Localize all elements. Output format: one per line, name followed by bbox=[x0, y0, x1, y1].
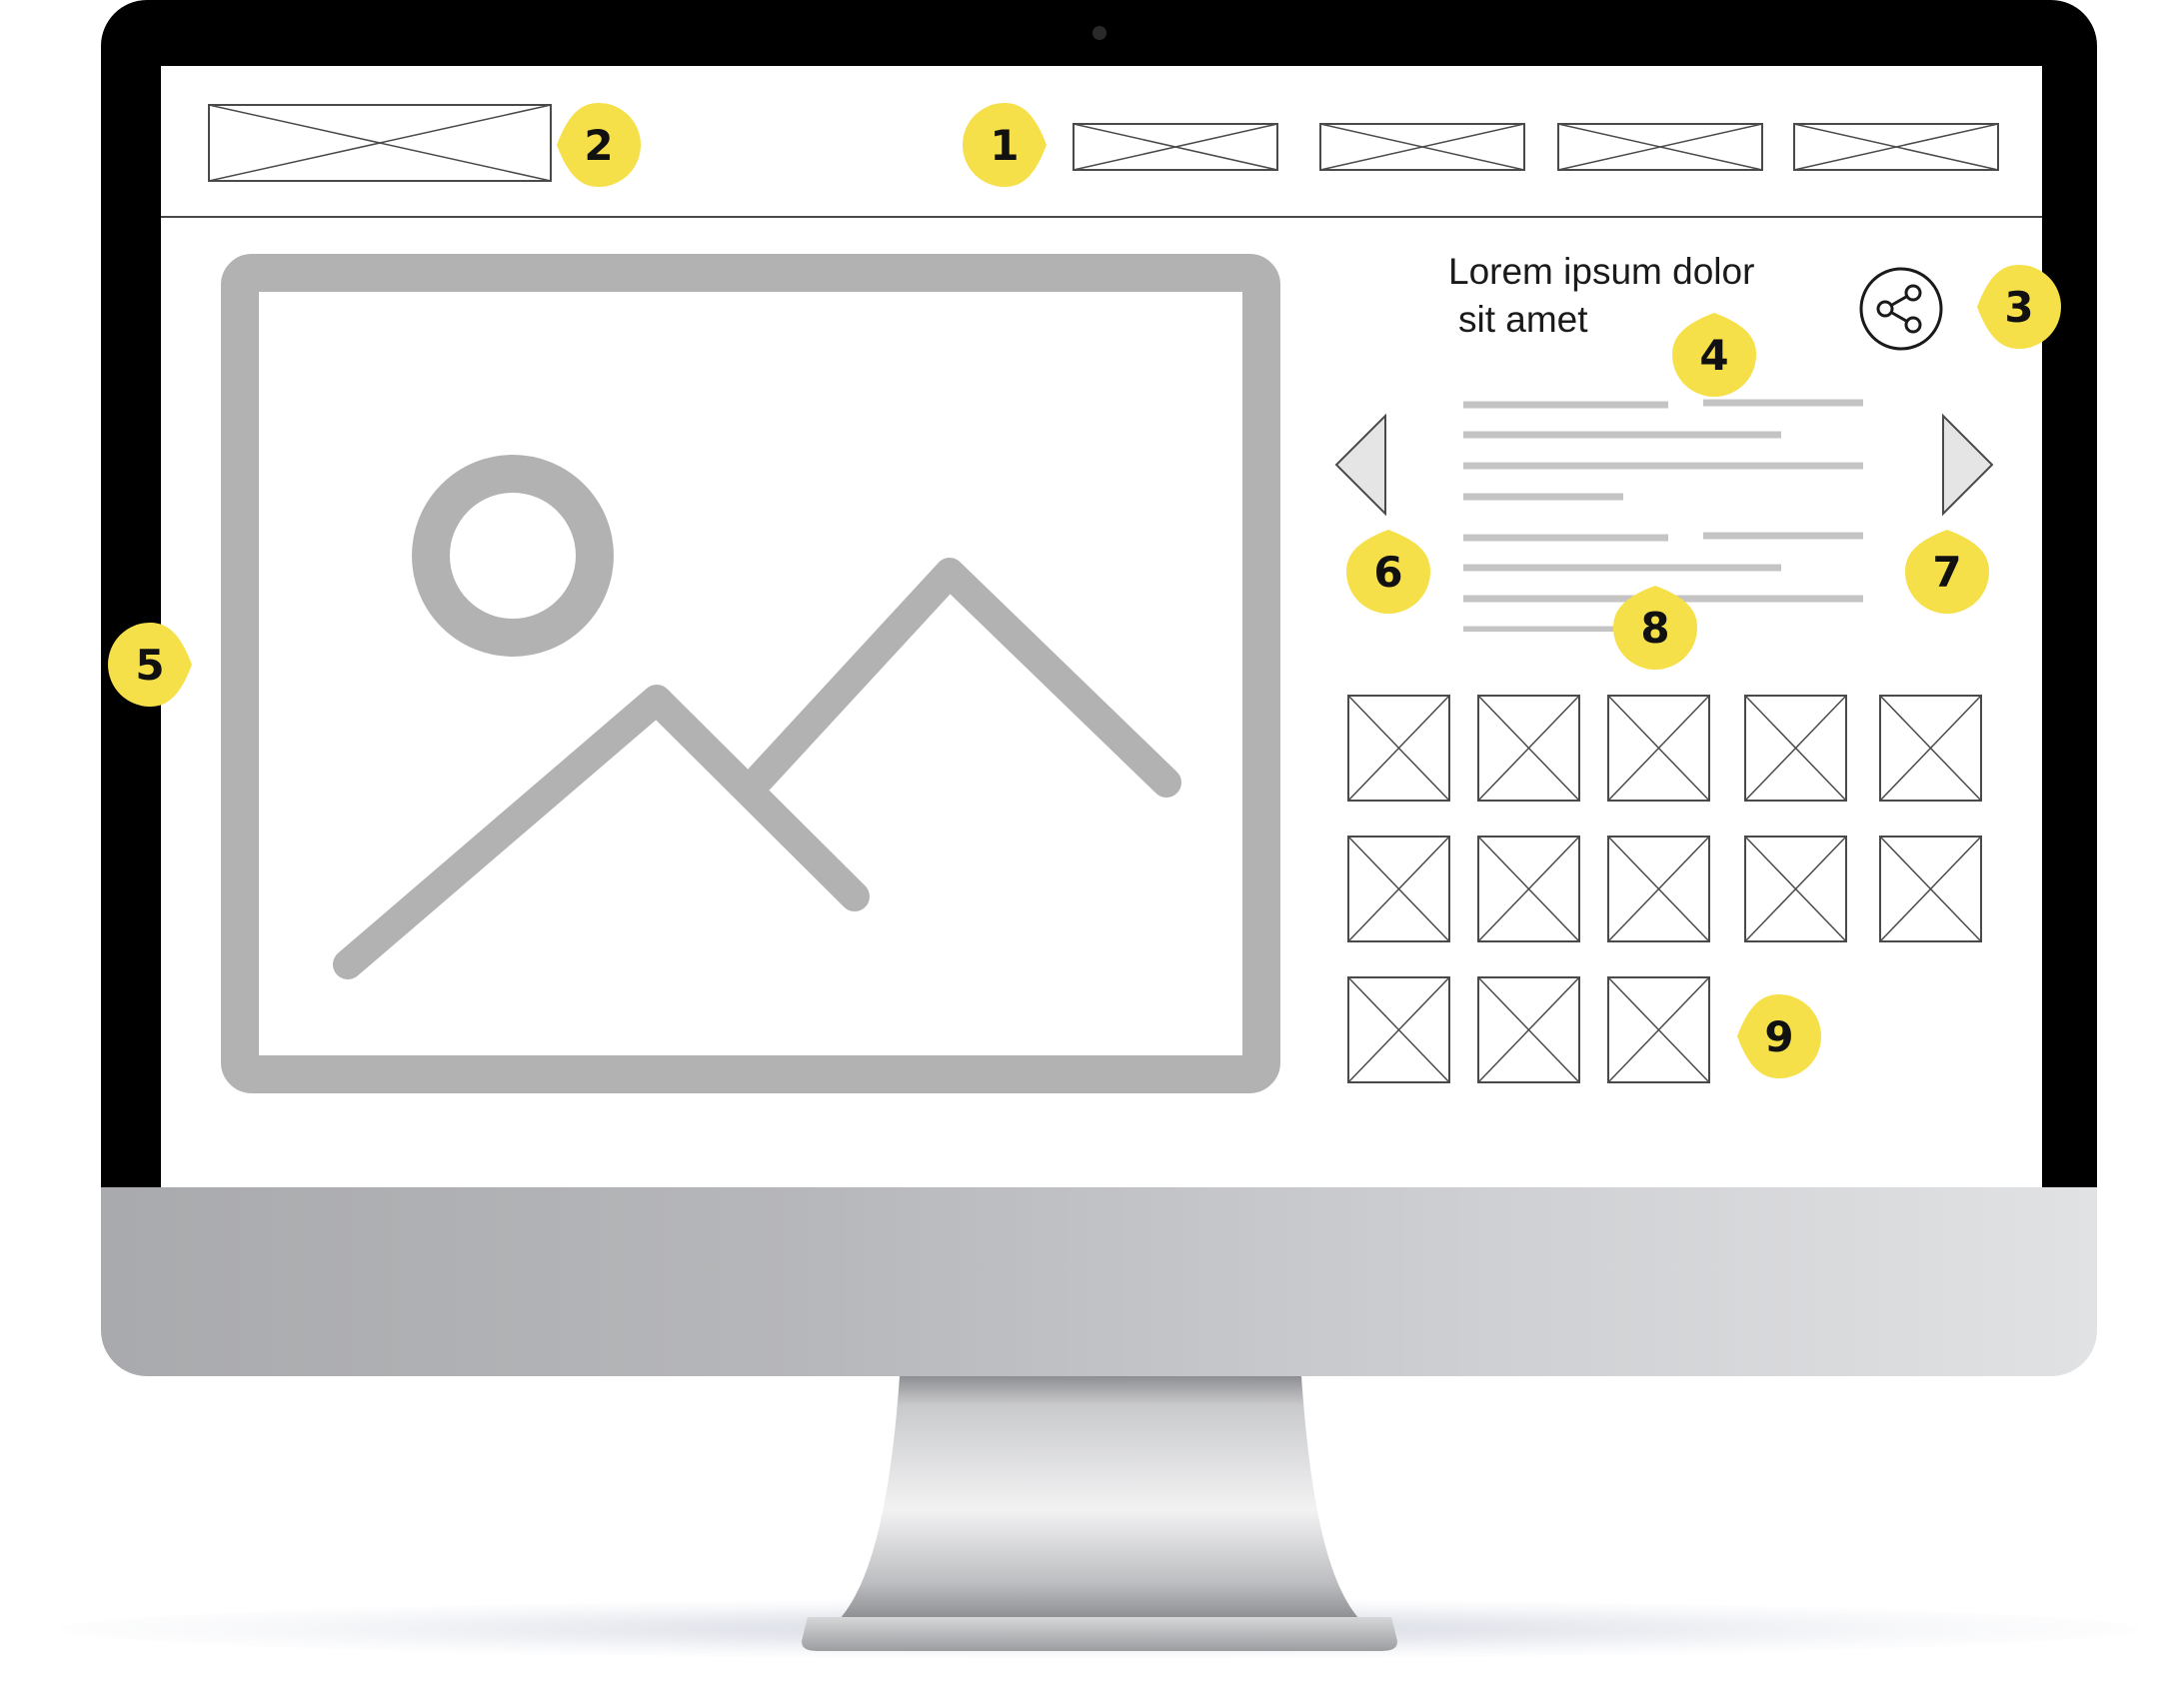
callout-number: 1 bbox=[990, 120, 1020, 170]
thumbnail-placeholder[interactable] bbox=[1477, 976, 1580, 1083]
callout-marker-8: 8 bbox=[1610, 583, 1700, 673]
thumbnail-placeholder[interactable] bbox=[1347, 695, 1450, 802]
callout-marker-6: 6 bbox=[1343, 527, 1433, 617]
callout-marker-1: 1 bbox=[960, 100, 1050, 190]
thumbnail-placeholder[interactable] bbox=[1744, 695, 1847, 802]
callout-number: 9 bbox=[1764, 1011, 1794, 1061]
thumbnail-placeholder[interactable] bbox=[1879, 695, 1982, 802]
callout-marker-9: 9 bbox=[1734, 991, 1824, 1081]
nav-item-placeholder-2[interactable] bbox=[1319, 123, 1525, 171]
callout-marker-7: 7 bbox=[1902, 527, 1992, 617]
callout-marker-4: 4 bbox=[1669, 310, 1759, 400]
share-icon[interactable] bbox=[1858, 266, 1944, 352]
thumbnail-placeholder[interactable] bbox=[1347, 976, 1450, 1083]
logo-placeholder[interactable] bbox=[208, 104, 552, 182]
title-line-1: Lorem ipsum dolor bbox=[1448, 251, 1755, 292]
camera-dot bbox=[1092, 26, 1106, 40]
callout-number: 3 bbox=[2004, 282, 2034, 332]
nav-item-placeholder-3[interactable] bbox=[1557, 123, 1763, 171]
thumbnail-placeholder[interactable] bbox=[1607, 695, 1710, 802]
callout-marker-3: 3 bbox=[1974, 262, 2064, 352]
monitor-stand bbox=[780, 1369, 1419, 1659]
thumbnail-placeholder[interactable] bbox=[1879, 836, 1982, 942]
image-placeholder-icon[interactable] bbox=[221, 254, 1280, 1093]
callout-marker-5: 5 bbox=[105, 620, 195, 710]
thumbnail-placeholder[interactable] bbox=[1744, 836, 1847, 942]
thumbnail-placeholder[interactable] bbox=[1607, 976, 1710, 1083]
callout-number: 8 bbox=[1640, 603, 1670, 653]
callout-marker-2: 2 bbox=[554, 100, 644, 190]
nav-item-placeholder-4[interactable] bbox=[1793, 123, 1999, 171]
callout-number: 6 bbox=[1373, 547, 1403, 597]
monitor-chin bbox=[101, 1187, 2097, 1376]
thumbnail-placeholder[interactable] bbox=[1477, 695, 1580, 802]
triangle-left-icon[interactable] bbox=[1333, 413, 1389, 517]
thumbnail-placeholder[interactable] bbox=[1607, 836, 1710, 942]
callout-number: 7 bbox=[1932, 547, 1962, 597]
callout-number: 5 bbox=[135, 640, 165, 690]
callout-number: 2 bbox=[584, 120, 614, 170]
triangle-right-icon[interactable] bbox=[1939, 413, 1995, 517]
callout-number: 4 bbox=[1699, 330, 1729, 380]
nav-item-placeholder-1[interactable] bbox=[1073, 123, 1278, 171]
header-divider bbox=[161, 216, 2042, 218]
thumbnail-placeholder[interactable] bbox=[1477, 836, 1580, 942]
thumbnail-placeholder[interactable] bbox=[1347, 836, 1450, 942]
